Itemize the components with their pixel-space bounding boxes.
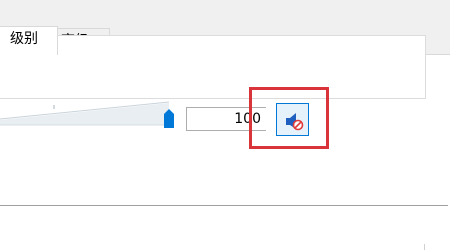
bottom-edge-mark xyxy=(424,244,425,250)
divider xyxy=(0,205,448,206)
slider-thumb-icon[interactable] xyxy=(163,108,175,129)
volume-slider-track[interactable] xyxy=(0,100,180,130)
slider-wedge xyxy=(0,103,169,125)
tab-levels[interactable]: 级别 xyxy=(0,26,58,55)
highlight-annotation xyxy=(249,87,329,149)
tab-levels-label: 级别 xyxy=(10,31,38,47)
volume-group xyxy=(0,35,426,99)
